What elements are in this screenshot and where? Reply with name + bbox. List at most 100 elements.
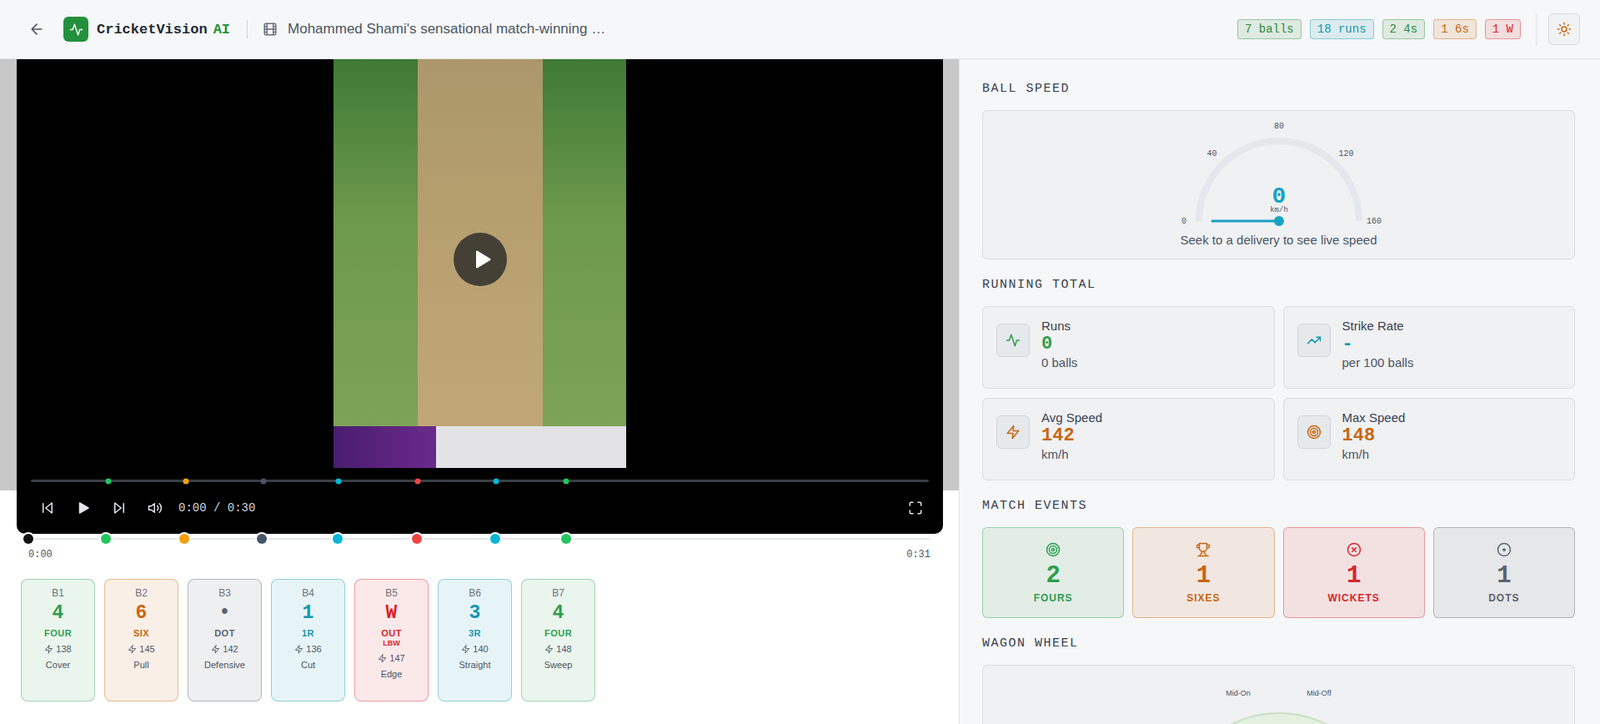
ball-card[interactable]: B411R 136Cut [270,578,346,702]
timeline-start: 0:00 [28,548,53,561]
ball-outcome: SIX [133,627,150,638]
stat-badge: 18 runs [1309,19,1375,40]
zap-icon [377,653,387,663]
field-label: Mid-On [1225,688,1251,698]
previous-button[interactable] [40,500,56,516]
progress-marker[interactable] [492,477,499,484]
event-label: WICKETS [1327,591,1380,604]
gauge-tick: 120 [1338,149,1354,159]
divider [1535,13,1537,46]
timeline-marker[interactable] [100,533,111,544]
ball-outcome: 1R [301,627,315,638]
zap-icon [544,644,554,654]
ball-outcome: FOUR [44,627,72,638]
video-player: 0:00 / 0:30 [16,59,943,534]
progress-marker[interactable] [562,477,569,484]
play-icon [75,500,91,516]
progress-marker[interactable] [336,477,342,484]
ball-label: B7 [551,586,565,599]
ball-card[interactable]: B26SIX 145Pull [104,578,179,702]
ball-outcome: OUT [381,627,402,638]
timeline-end: 0:31 [906,548,931,561]
section-title: RUNNING TOTAL [982,277,1575,293]
gauge-unit: km/h [1269,205,1289,215]
event-label: DOTS [1488,591,1520,604]
ball-speed: 138 [44,643,71,654]
gauge-needle [1212,220,1279,223]
back-button[interactable] [26,19,47,40]
section-title: BALL SPEED [982,81,1575,97]
ball-value: 6 [135,601,148,624]
stat-badge: 2 4s [1382,19,1426,40]
progress-marker[interactable] [260,477,266,484]
stat-badges: 7 balls18 runs2 4s1 6s1 W [1237,19,1521,40]
theme-toggle-button[interactable] [1548,13,1580,46]
skip-forward-icon [111,500,127,516]
ball-outcome: 3R [468,627,482,638]
total-label: Max Speed [1342,410,1406,425]
timeline-marker[interactable] [256,533,267,544]
progress-marker[interactable] [183,477,190,484]
arrow-left-icon [28,20,46,38]
ball-card[interactable]: B74FOUR 148Sweep [521,578,596,702]
ball-outcome: DOT [214,627,236,638]
section-title: WAGON WHEEL [982,636,1575,652]
top-bar: CricketVisionAIMohammed Shami's sensatio… [0,0,1600,60]
event-card: 1WICKETS [1283,526,1425,618]
activity-icon [1005,332,1021,348]
ball-shot: Cover [45,659,71,670]
ball-label: B5 [385,586,398,599]
target-icon [1306,424,1322,440]
player-progress-bar[interactable] [30,479,929,482]
ball-speed-section: BALL SPEED040801201600km/hSeek to a deli… [982,81,1575,260]
timeline-marker[interactable] [490,533,501,544]
timeline-playhead[interactable] [23,533,34,544]
next-button[interactable] [111,500,127,516]
wagon-wheel-card: Mid-OnMid-Off [982,664,1575,724]
fullscreen-icon [907,500,923,516]
total-sub: km/h [1041,446,1103,462]
timeline-marker[interactable] [561,533,572,544]
ball-shot: Edge [381,668,403,679]
progress-marker[interactable] [415,477,422,484]
play-overlay-button[interactable] [453,232,507,286]
video-frame [333,59,627,468]
volume-icon [147,500,163,516]
trophy-icon [1195,541,1211,557]
ball-outcome: FOUR [544,627,572,638]
timeline-marker[interactable] [179,533,190,544]
ball-timeline: 0:00 0:31 [28,533,931,561]
broadcast-band [333,426,627,468]
timeline-marker[interactable] [332,533,343,544]
timeline-track[interactable] [28,533,931,544]
total-value: 0 [1041,332,1078,356]
zap-icon [1005,424,1021,440]
gauge-tick: 40 [1206,149,1217,159]
total-card: Runs00 balls [982,305,1275,389]
ball-card[interactable]: B5WOUTLBW 147Edge [354,578,429,702]
timeline-marker[interactable] [411,533,422,544]
sun-icon [1556,21,1572,37]
ball-card[interactable]: B3•DOT 142Defensive [187,578,262,702]
play-button[interactable] [75,500,91,516]
total-value: - [1342,332,1415,356]
event-value: 1 [1346,561,1361,591]
ball-card[interactable]: B633R 140Straight [437,578,512,702]
play-icon [470,247,494,271]
ball-label: B3 [218,586,231,599]
progress-marker[interactable] [105,477,111,484]
ball-shot: Pull [133,659,149,670]
zap-icon [461,644,471,654]
gauge-tick: 0 [1180,216,1186,226]
player-controls: 0:00 / 0:30 [16,467,943,534]
fullscreen-button[interactable] [907,500,923,516]
volume-button[interactable] [147,500,163,516]
stat-badge: 7 balls [1237,19,1302,40]
ball-label: B6 [468,586,482,599]
total-label: Strike Rate [1342,318,1415,333]
ball-card[interactable]: B14FOUR 138Cover [20,578,96,702]
total-value: 148 [1342,424,1406,447]
event-label: SIXES [1186,591,1220,604]
brand-name: CricketVision [96,21,208,38]
ball-speed: 136 [294,643,322,654]
